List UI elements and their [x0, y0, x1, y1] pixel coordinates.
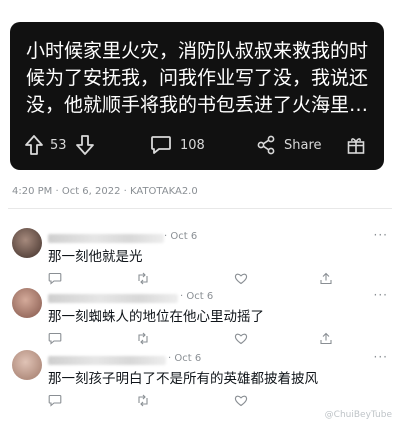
watermark: @ChuiBeyTube	[324, 410, 392, 420]
comment-count: 108	[180, 137, 205, 153]
post-actions: 53 108 Share	[10, 130, 384, 162]
avatar[interactable]	[12, 288, 42, 318]
post-card: 小时候家里火灾，消防队叔叔来救我的时候为了安抚我，问我作业写了没，我说还没，他就…	[10, 22, 384, 170]
divider	[8, 208, 392, 209]
upvote-group: 53	[24, 130, 95, 160]
blurred-username	[48, 234, 164, 243]
reply-item[interactable]: · Oct 6 ··· 那一刻蜘蛛人的地位在他心里动摇了	[0, 288, 400, 348]
blurred-username	[48, 294, 178, 303]
gift-icon	[346, 135, 366, 155]
reply-date: · Oct 6	[164, 231, 198, 242]
more-options-icon[interactable]: ···	[374, 288, 388, 302]
reply-text: 那一刻他就是光	[48, 249, 143, 265]
reply-icon[interactable]	[48, 394, 62, 407]
share-button[interactable]: Share	[256, 130, 322, 160]
avatar[interactable]	[12, 228, 42, 258]
retweet-icon[interactable]	[136, 272, 150, 285]
reply-date: · Oct 6	[180, 291, 214, 302]
reply-icon[interactable]	[48, 272, 62, 285]
upvote-arrow-icon[interactable]	[24, 134, 44, 156]
like-heart-icon[interactable]	[234, 272, 248, 285]
like-heart-icon[interactable]	[234, 332, 248, 345]
reply-item[interactable]: · Oct 6 ··· 那一刻他就是光	[0, 228, 400, 288]
tweet-timestamp: 4:20 PM · Oct 6, 2022 · KATOTAKA2.0	[12, 186, 198, 197]
blurred-username	[48, 356, 166, 365]
more-options-icon[interactable]: ···	[374, 350, 388, 364]
reply-icon[interactable]	[48, 332, 62, 345]
reply-item[interactable]: · Oct 6 ··· 那一刻孩子明白了不是所有的英雄都披着披风	[0, 350, 400, 410]
retweet-icon[interactable]	[136, 394, 150, 407]
reply-actions	[0, 272, 400, 286]
comment-button[interactable]: 108	[150, 130, 205, 160]
post-text: 小时候家里火灾，消防队叔叔来救我的时候为了安抚我，问我作业写了没，我说还没，他就…	[26, 40, 369, 116]
more-options-icon[interactable]: ···	[374, 228, 388, 242]
upvote-count: 53	[50, 137, 67, 153]
share-upload-icon[interactable]	[319, 332, 333, 345]
share-upload-icon[interactable]	[319, 272, 333, 285]
share-icon	[256, 135, 276, 155]
reply-date: · Oct 6	[168, 353, 202, 364]
reply-actions	[0, 394, 400, 408]
like-heart-icon[interactable]	[234, 394, 248, 407]
retweet-icon[interactable]	[136, 332, 150, 345]
reply-text: 那一刻蜘蛛人的地位在他心里动摇了	[48, 309, 264, 325]
avatar[interactable]	[12, 350, 42, 380]
award-button[interactable]	[346, 130, 366, 160]
downvote-arrow-icon[interactable]	[75, 134, 95, 156]
reply-actions	[0, 332, 400, 346]
comment-icon	[150, 135, 172, 155]
reply-text: 那一刻孩子明白了不是所有的英雄都披着披风	[48, 371, 318, 387]
share-label: Share	[284, 137, 322, 153]
